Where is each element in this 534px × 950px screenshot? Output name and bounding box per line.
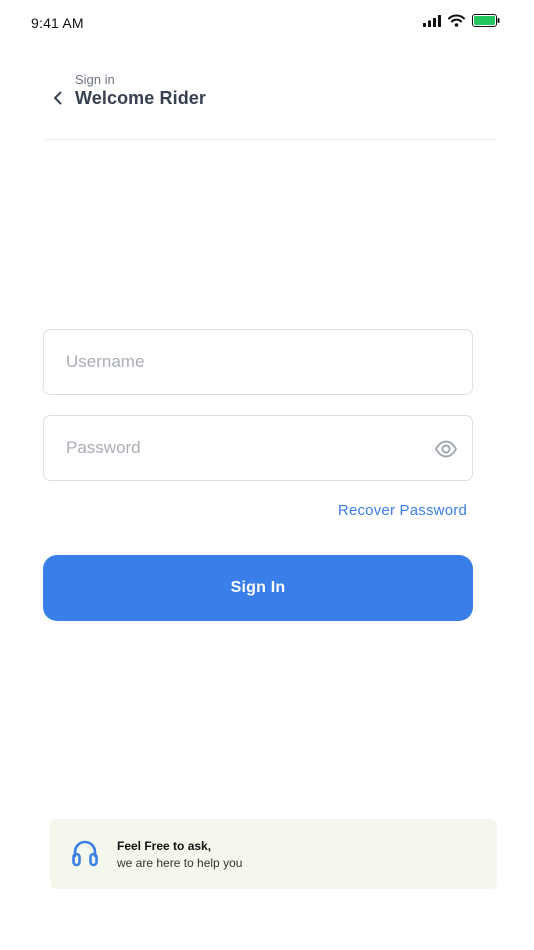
password-field [43, 415, 473, 481]
wifi-icon [448, 14, 465, 27]
chevron-left-icon[interactable] [49, 89, 67, 107]
recover-password-link[interactable]: Recover Password [338, 502, 467, 519]
status-icons [423, 14, 500, 27]
help-title: Feel Free to ask, [117, 839, 212, 853]
page-title: Welcome Rider [75, 88, 207, 108]
username-input[interactable] [44, 330, 472, 394]
login-screen: 9:41 AM Sign in Welcome Rider Username R… [0, 0, 534, 950]
status-time: 9:41 AM [31, 15, 84, 31]
cellular-signal-icon [423, 14, 441, 27]
help-subtitle: we are here to help you [117, 856, 243, 870]
battery-icon [472, 14, 500, 27]
username-field [43, 329, 473, 395]
headphones-icon [72, 840, 98, 867]
header: Sign in Welcome Rider [45, 70, 497, 140]
help-card[interactable]: Feel Free to ask, we are here to help yo… [50, 819, 497, 889]
password-input[interactable] [44, 416, 472, 480]
status-bar: 9:41 AM [0, 0, 534, 44]
sign-in-button[interactable]: Sign In [43, 555, 473, 621]
header-subtitle: Sign in [75, 72, 115, 87]
eye-icon[interactable] [434, 438, 458, 460]
